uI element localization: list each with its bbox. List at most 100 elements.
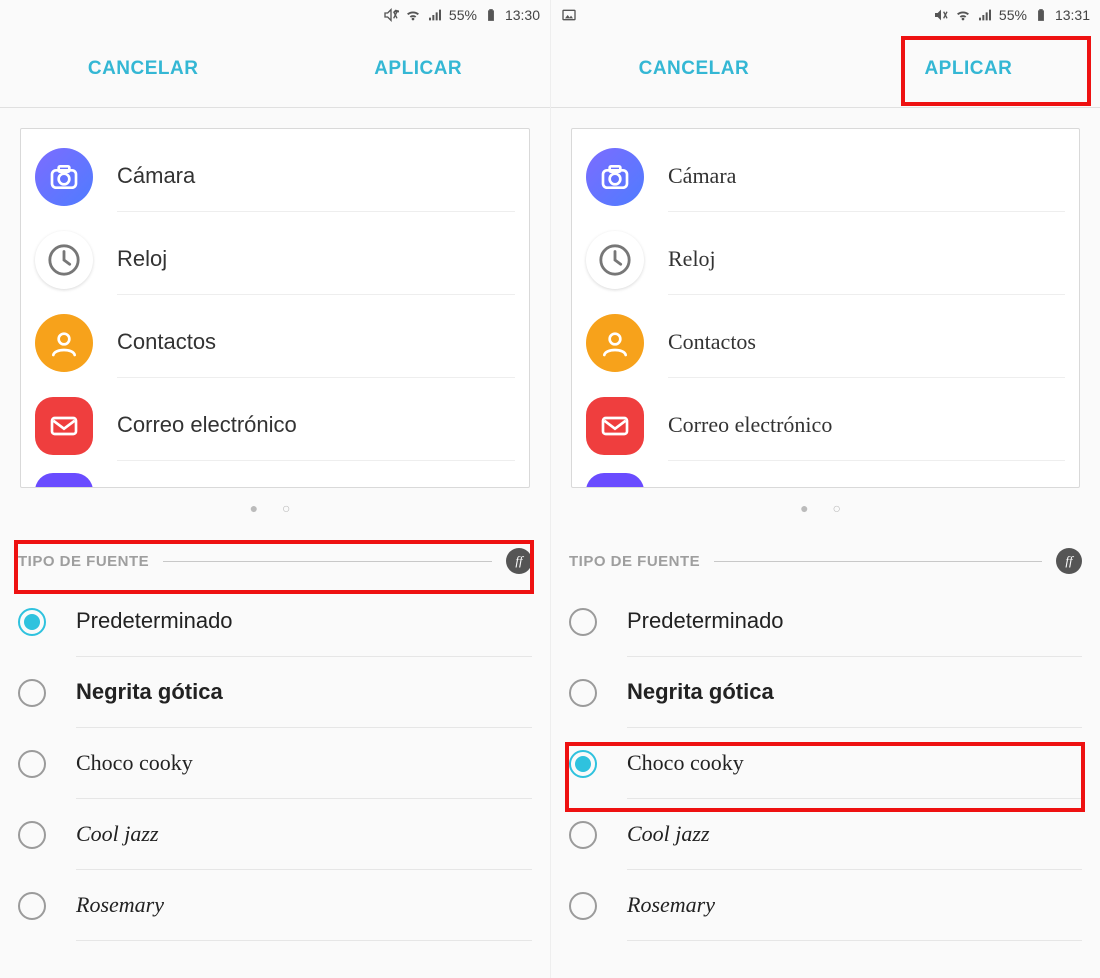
app-label: Contactos — [668, 307, 1065, 378]
app-row-email: Correo electrónico — [21, 384, 529, 467]
radio-gothic[interactable] — [569, 679, 597, 707]
font-label: Negrita gótica — [627, 657, 1082, 728]
font-row-cooljazz[interactable]: Cool jazz — [0, 799, 550, 870]
peek-icon — [586, 473, 644, 488]
section-header-font-type: TIPO DE FUENTE ff — [0, 536, 550, 586]
font-label: Rosemary — [627, 870, 1082, 941]
font-preview-card: Cámara Reloj Contactos Correo electrónico — [20, 128, 530, 488]
app-label: Correo electrónico — [668, 390, 1065, 461]
mute-icon — [933, 7, 949, 23]
radio-cooljazz[interactable] — [18, 821, 46, 849]
wifi-icon — [405, 7, 421, 23]
font-label: Rosemary — [76, 870, 532, 941]
signal-icon — [977, 7, 993, 23]
page-indicator: ● ○ — [551, 488, 1100, 528]
preview-container: Cámara Reloj Contactos Correo electrónico — [551, 108, 1100, 488]
font-label: Choco cooky — [76, 728, 532, 799]
app-label: Reloj — [117, 224, 515, 295]
camera-icon — [586, 148, 644, 206]
font-row-rosemary[interactable]: Rosemary — [551, 870, 1100, 941]
battery-percent: 55% — [449, 7, 477, 23]
radio-rosemary[interactable] — [18, 892, 46, 920]
app-row-peek — [572, 467, 1079, 488]
status-left-icons — [561, 7, 577, 23]
app-label: Cámara — [117, 141, 515, 212]
flipfont-icon[interactable]: ff — [1056, 548, 1082, 574]
clock-text: 13:30 — [505, 7, 540, 23]
radio-rosemary[interactable] — [569, 892, 597, 920]
radio-choco[interactable] — [569, 750, 597, 778]
clock-icon — [586, 231, 644, 289]
battery-percent: 55% — [999, 7, 1027, 23]
mute-icon — [383, 7, 399, 23]
radio-gothic[interactable] — [18, 679, 46, 707]
app-label: Contactos — [117, 307, 515, 378]
clock-text: 13:31 — [1055, 7, 1090, 23]
font-row-gothic[interactable]: Negrita gótica — [551, 657, 1100, 728]
app-label: Cámara — [668, 141, 1065, 212]
app-row-camera: Cámara — [572, 135, 1079, 218]
section-title: TIPO DE FUENTE — [569, 553, 700, 570]
signal-icon — [427, 7, 443, 23]
page-indicator: ● ○ — [0, 488, 550, 528]
status-bar: 55% 13:31 — [551, 0, 1100, 30]
apply-button[interactable]: APLICAR — [884, 38, 1052, 100]
font-label: Predeterminado — [627, 586, 1082, 657]
font-list: PredeterminadoNegrita góticaChoco cookyC… — [0, 586, 550, 941]
section-divider — [714, 561, 1042, 562]
radio-default[interactable] — [569, 608, 597, 636]
screen-left: 55% 13:30 CANCELAR APLICAR Cámara Reloj Co… — [0, 0, 550, 978]
apply-button[interactable]: APLICAR — [334, 38, 502, 100]
font-label: Predeterminado — [76, 586, 532, 657]
font-row-gothic[interactable]: Negrita gótica — [0, 657, 550, 728]
app-row-contacts: Contactos — [572, 301, 1079, 384]
app-row-peek — [21, 467, 529, 488]
radio-cooljazz[interactable] — [569, 821, 597, 849]
font-list: PredeterminadoNegrita góticaChoco cookyC… — [551, 586, 1100, 941]
font-row-rosemary[interactable]: Rosemary — [0, 870, 550, 941]
radio-default[interactable] — [18, 608, 46, 636]
app-label: Correo electrónico — [117, 390, 515, 461]
font-row-cooljazz[interactable]: Cool jazz — [551, 799, 1100, 870]
contacts-icon — [586, 314, 644, 372]
font-row-default[interactable]: Predeterminado — [551, 586, 1100, 657]
camera-icon — [35, 148, 93, 206]
font-label: Choco cooky — [627, 728, 1082, 799]
cancel-button[interactable]: CANCELAR — [599, 38, 790, 100]
wifi-icon — [955, 7, 971, 23]
flipfont-icon[interactable]: ff — [506, 548, 532, 574]
font-preview-card: Cámara Reloj Contactos Correo electrónico — [571, 128, 1080, 488]
section-header-font-type: TIPO DE FUENTE ff — [551, 536, 1100, 586]
peek-icon — [35, 473, 93, 488]
app-row-clock: Reloj — [572, 218, 1079, 301]
cancel-button[interactable]: CANCELAR — [48, 38, 239, 100]
email-icon — [35, 397, 93, 455]
app-row-contacts: Contactos — [21, 301, 529, 384]
app-row-email: Correo electrónico — [572, 384, 1079, 467]
toolbar: CANCELAR APLICAR — [551, 30, 1100, 108]
font-label: Negrita gótica — [76, 657, 532, 728]
font-label: Cool jazz — [76, 799, 532, 870]
font-row-choco[interactable]: Choco cooky — [0, 728, 550, 799]
font-row-default[interactable]: Predeterminado — [0, 586, 550, 657]
battery-icon — [483, 7, 499, 23]
image-icon — [561, 7, 577, 23]
radio-choco[interactable] — [18, 750, 46, 778]
font-label: Cool jazz — [627, 799, 1082, 870]
app-row-camera: Cámara — [21, 135, 529, 218]
app-label — [668, 473, 1065, 488]
app-label — [117, 473, 515, 488]
toolbar: CANCELAR APLICAR — [0, 30, 550, 108]
email-icon — [586, 397, 644, 455]
section-title: TIPO DE FUENTE — [18, 553, 149, 570]
contacts-icon — [35, 314, 93, 372]
app-label: Reloj — [668, 224, 1065, 295]
preview-container: Cámara Reloj Contactos Correo electrónico — [0, 108, 550, 488]
font-row-choco[interactable]: Choco cooky — [551, 728, 1100, 799]
status-bar: 55% 13:30 — [0, 0, 550, 30]
app-row-clock: Reloj — [21, 218, 529, 301]
battery-icon — [1033, 7, 1049, 23]
screen-right: 55% 13:31 CANCELAR APLICAR Cámara Reloj Co… — [550, 0, 1100, 978]
clock-icon — [35, 231, 93, 289]
section-divider — [163, 561, 492, 562]
